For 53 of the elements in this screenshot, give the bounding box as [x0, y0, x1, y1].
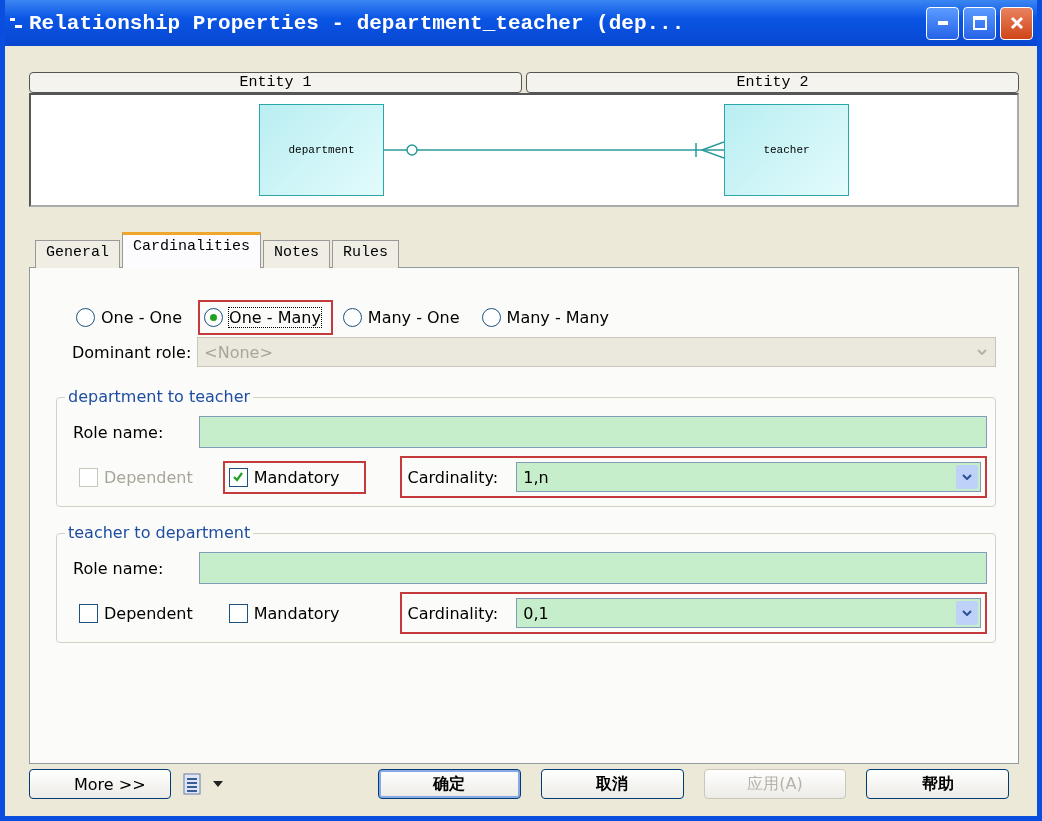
- entity-header[interactable]: Entity 1: [29, 72, 522, 93]
- role-name-field[interactable]: [199, 552, 987, 584]
- chevron-down-icon: [962, 474, 972, 480]
- maximize-button[interactable]: [963, 6, 996, 40]
- entity-box: department: [259, 104, 384, 196]
- cardinality-dropdown[interactable]: 1,n: [516, 462, 981, 492]
- entity-header[interactable]: Entity 2: [526, 72, 1019, 93]
- field-label: Role name:: [73, 558, 164, 578]
- entity-box: teacher: [724, 104, 849, 196]
- caret-icon[interactable]: [212, 780, 224, 788]
- chevron-down-icon: [962, 610, 972, 616]
- checkbox-label[interactable]: Dependent: [104, 603, 193, 623]
- tab[interactable]: General: [35, 240, 120, 268]
- radio-button[interactable]: [76, 308, 95, 327]
- checkbox[interactable]: [79, 603, 98, 623]
- minimize-button[interactable]: [926, 6, 959, 40]
- tab[interactable]: Notes: [263, 240, 331, 268]
- role-name-field[interactable]: [199, 416, 987, 448]
- radio-label[interactable]: One - Many: [229, 308, 321, 327]
- window-icon: [9, 16, 23, 30]
- document-icon[interactable]: [180, 772, 203, 796]
- field-label: Role name:: [73, 422, 164, 442]
- dropdown-button[interactable]: [956, 601, 978, 625]
- radio-label[interactable]: Many - Many: [506, 308, 609, 327]
- close-icon: [1008, 15, 1025, 31]
- more-button[interactable]: More >>: [29, 769, 171, 799]
- tab[interactable]: Cardinalities: [122, 232, 262, 268]
- checkmark-icon: [232, 471, 245, 483]
- checkbox[interactable]: [228, 467, 248, 487]
- dropdown-button[interactable]: [956, 465, 978, 489]
- group-title: teacher to department: [65, 523, 254, 542]
- radio-button[interactable]: [204, 308, 224, 327]
- close-button[interactable]: [1000, 6, 1033, 40]
- dialog-button[interactable]: 取消: [540, 769, 684, 799]
- checkbox-label[interactable]: Mandatory: [253, 603, 340, 623]
- radio-label[interactable]: Many - One: [367, 308, 460, 327]
- field-label: Cardinality:: [407, 467, 499, 487]
- radio-label[interactable]: One - One: [101, 308, 183, 327]
- tab[interactable]: Rules: [332, 240, 400, 268]
- radio-button[interactable]: [342, 308, 362, 327]
- maximize-icon: [971, 15, 988, 31]
- cardinality-dropdown[interactable]: 0,1: [516, 598, 981, 628]
- checkbox[interactable]: [228, 603, 248, 623]
- dialog-button[interactable]: 帮助: [866, 769, 1009, 799]
- radio-button[interactable]: [481, 308, 501, 327]
- checkbox-label[interactable]: Mandatory: [253, 467, 340, 487]
- group-title: department to teacher: [65, 387, 254, 406]
- minimize-icon: [937, 21, 948, 25]
- field-label: Cardinality:: [407, 603, 499, 623]
- field-label: Dominant role:: [72, 342, 192, 362]
- chevron-down-icon: [977, 349, 987, 355]
- dialog-button[interactable]: 确定: [378, 769, 521, 799]
- window-title: Relationship Properties - department_teacher (dep...: [29, 11, 686, 35]
